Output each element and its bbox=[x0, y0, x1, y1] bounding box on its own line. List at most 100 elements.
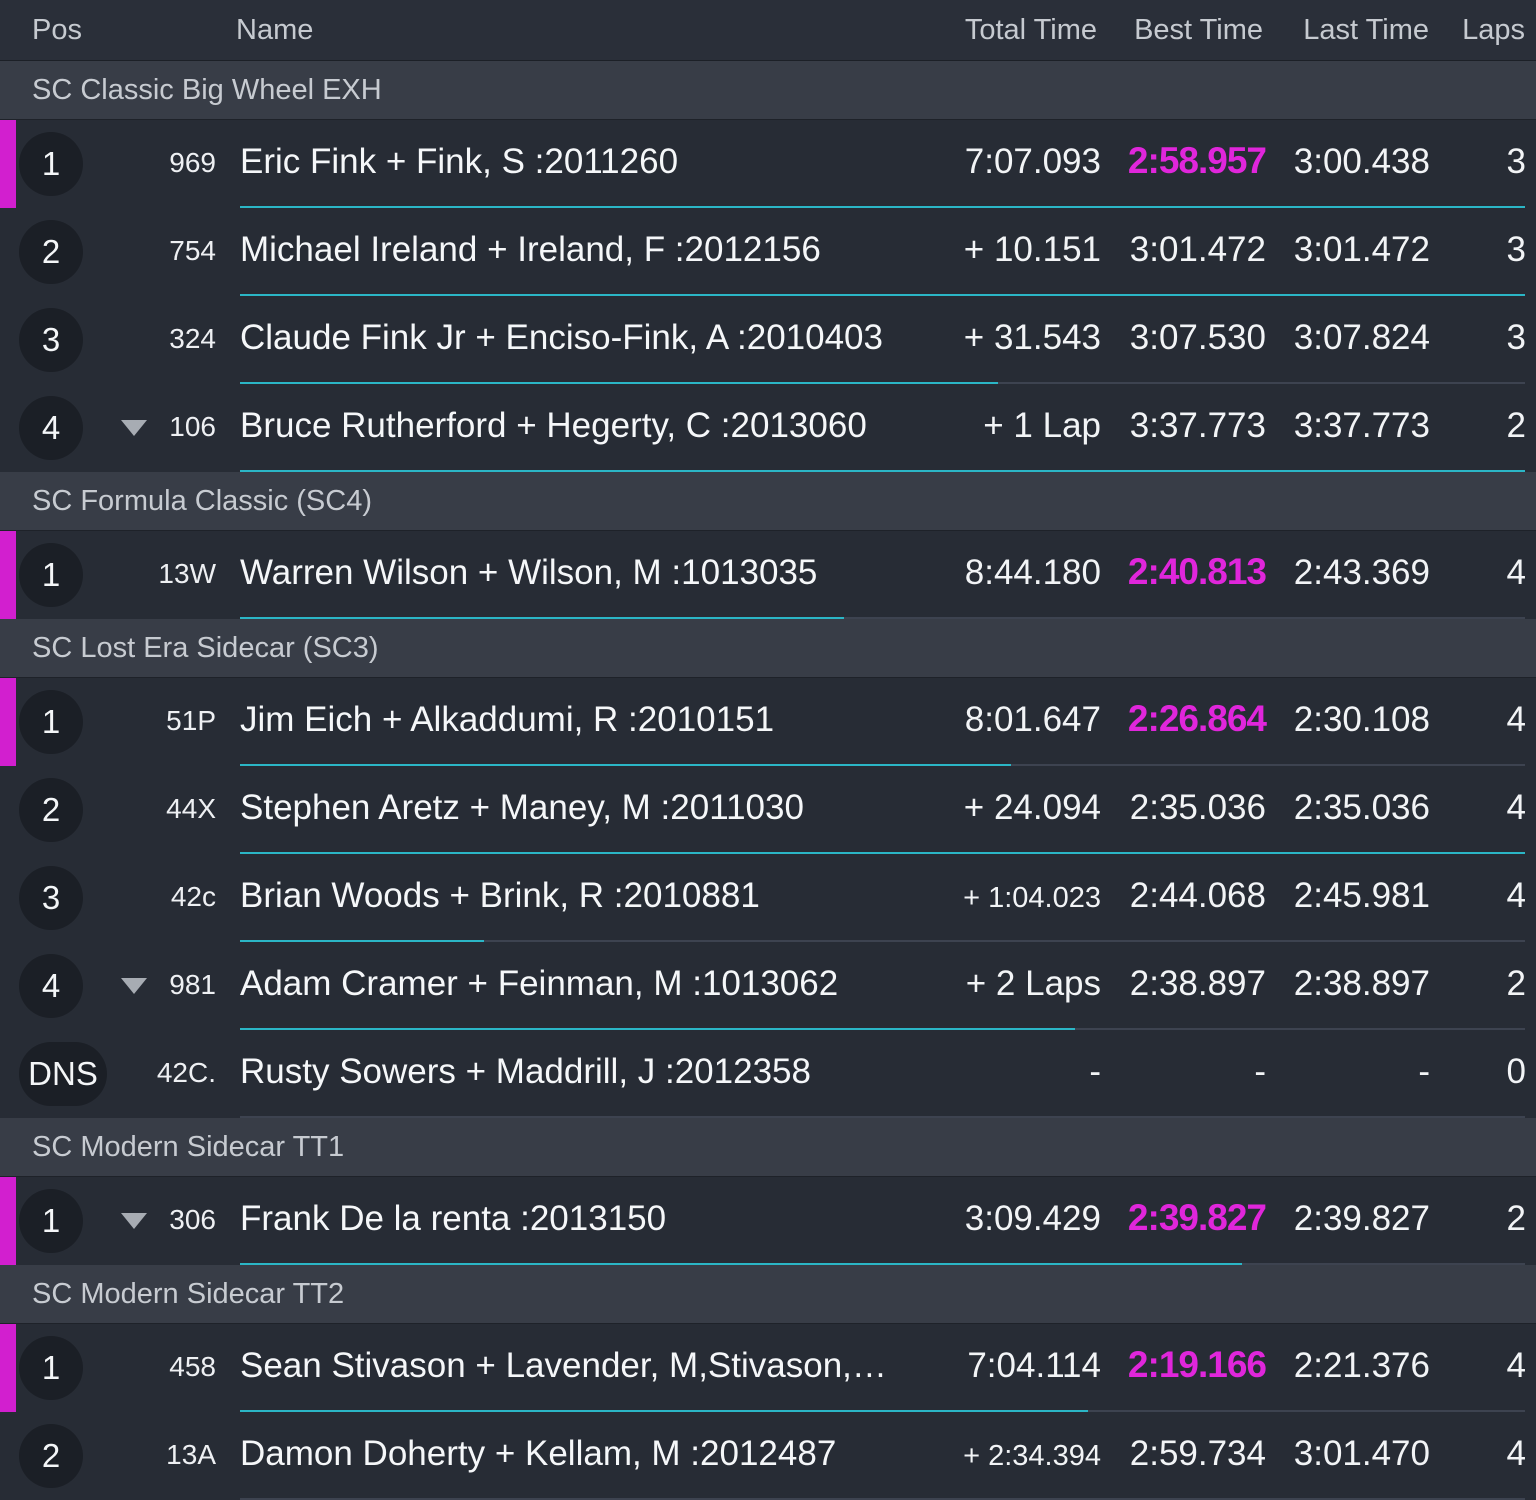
best-time: 2:35.036 bbox=[1129, 788, 1266, 827]
total-time: 3:09.429 bbox=[964, 1199, 1101, 1238]
competitor-name: Damon Doherty + Kellam, M :2012487 bbox=[240, 1434, 837, 1473]
result-row[interactable]: 1 306 Frank De la renta :2013150 3:09.429 2:… bbox=[0, 1177, 1536, 1265]
best-time: 2:38.897 bbox=[1129, 964, 1266, 1003]
last-time: 3:01.470 bbox=[1293, 1434, 1430, 1473]
header-pos[interactable]: Pos bbox=[32, 14, 82, 47]
competitor-name: Eric Fink + Fink, S :2011260 bbox=[240, 142, 679, 181]
position-badge: 2 bbox=[19, 220, 83, 284]
header-total-time[interactable]: Total Time bbox=[965, 14, 1097, 47]
class-section-header: SC Lost Era Sidecar (SC3) bbox=[0, 619, 1536, 678]
total-time: + 1:04.023 bbox=[963, 882, 1101, 914]
race-number: 42C. bbox=[156, 1057, 216, 1088]
race-number: 306 bbox=[169, 1204, 216, 1235]
last-time: 2:45.981 bbox=[1293, 876, 1430, 915]
competitor-name: Rusty Sowers + Maddrill, J :2012358 bbox=[240, 1052, 811, 1091]
best-time: 2:44.068 bbox=[1129, 876, 1266, 915]
class-title: SC Modern Sidecar TT1 bbox=[32, 1131, 345, 1163]
laps-count: 2 bbox=[1506, 964, 1526, 1003]
best-time: 3:07.530 bbox=[1129, 318, 1266, 357]
race-number: 458 bbox=[169, 1351, 216, 1382]
competitor-name: Warren Wilson + Wilson, M :1013035 bbox=[240, 553, 818, 592]
header-best-time[interactable]: Best Time bbox=[1134, 14, 1263, 47]
last-time: 2:21.376 bbox=[1293, 1346, 1430, 1385]
total-time: + 2 Laps bbox=[965, 964, 1101, 1003]
header-laps[interactable]: Laps bbox=[1462, 14, 1525, 47]
laps-count: 4 bbox=[1506, 876, 1526, 915]
results-board: SC Classic Big Wheel EXH 1 969 Eric Fink + … bbox=[0, 61, 1536, 1500]
best-time: 3:01.472 bbox=[1129, 230, 1266, 269]
competitor-name: Brian Woods + Brink, R :2010881 bbox=[240, 876, 760, 915]
result-row[interactable]: DNS 42C. Rusty Sowers + Maddrill, J :20123… bbox=[0, 1030, 1536, 1118]
result-row[interactable]: 2 44X Stephen Aretz + Maney, M :2011030 + 2… bbox=[0, 766, 1536, 854]
best-time: 2:26.864 bbox=[1127, 698, 1267, 739]
competitor-name: Bruce Rutherford + Hegerty, C :2013060 bbox=[240, 406, 867, 445]
result-row[interactable]: 3 42c Brian Woods + Brink, R :2010881 + 1:0… bbox=[0, 854, 1536, 942]
last-time: 3:07.824 bbox=[1293, 318, 1430, 357]
laps-count: 4 bbox=[1506, 553, 1526, 592]
total-time: + 1 Lap bbox=[983, 406, 1101, 445]
result-row[interactable]: 1 13W Warren Wilson + Wilson, M :1013035 8:… bbox=[0, 531, 1536, 619]
result-row[interactable]: 1 969 Eric Fink + Fink, S :2011260 7:07.093… bbox=[0, 120, 1536, 208]
race-number: 51P bbox=[166, 705, 216, 736]
race-number: 106 bbox=[169, 411, 216, 442]
position-badge: 3 bbox=[19, 866, 83, 930]
laps-count: 4 bbox=[1506, 700, 1526, 739]
position-badge: DNS bbox=[19, 1042, 107, 1106]
race-number: 42c bbox=[170, 881, 216, 912]
triangle-down-icon bbox=[121, 978, 147, 994]
total-time: 7:04.114 bbox=[967, 1346, 1101, 1385]
race-number: 981 bbox=[169, 969, 216, 1000]
position-badge: 1 bbox=[19, 1336, 83, 1400]
position-badge: 1 bbox=[19, 690, 83, 754]
triangle-down-icon bbox=[121, 1213, 147, 1229]
result-row[interactable]: 2 13A Damon Doherty + Kellam, M :2012487 + … bbox=[0, 1412, 1536, 1500]
header-last-time[interactable]: Last Time bbox=[1303, 14, 1429, 47]
competitor-name: Stephen Aretz + Maney, M :2011030 bbox=[240, 788, 804, 827]
class-leader-marker bbox=[0, 531, 16, 619]
result-row[interactable]: 1 458 Sean Stivason + Lavender, M,Stivason… bbox=[0, 1324, 1536, 1412]
last-time: - bbox=[1418, 1052, 1430, 1091]
class-section-header: SC Modern Sidecar TT1 bbox=[0, 1118, 1536, 1177]
laps-count: 4 bbox=[1506, 1434, 1526, 1473]
laps-count: 3 bbox=[1506, 142, 1526, 181]
position-badge: 1 bbox=[19, 543, 83, 607]
total-time: + 31.543 bbox=[963, 318, 1101, 357]
best-time: 2:58.957 bbox=[1127, 140, 1267, 181]
race-number: 13A bbox=[166, 1439, 216, 1470]
laps-count: 2 bbox=[1506, 1199, 1526, 1238]
class-title: SC Formula Classic (SC4) bbox=[32, 485, 372, 517]
laps-count: 3 bbox=[1506, 230, 1526, 269]
best-time: 2:19.166 bbox=[1127, 1344, 1267, 1385]
race-number: 969 bbox=[169, 147, 216, 178]
header-name[interactable]: Name bbox=[236, 14, 313, 47]
total-time: + 10.151 bbox=[963, 230, 1101, 269]
laps-count: 4 bbox=[1506, 1346, 1526, 1385]
result-row[interactable]: 4 106 Bruce Rutherford + Hegerty, C :20130… bbox=[0, 384, 1536, 472]
column-header: Pos Name Total Time Best Time Last Time … bbox=[0, 0, 1536, 61]
result-row[interactable]: 3 324 Claude Fink Jr + Enciso-Fink, A :201… bbox=[0, 296, 1536, 384]
last-time: 3:00.438 bbox=[1293, 142, 1430, 181]
triangle-down-icon bbox=[121, 420, 147, 436]
position-badge: 1 bbox=[19, 1189, 83, 1253]
best-time: 2:40.813 bbox=[1127, 551, 1267, 592]
class-leader-marker bbox=[0, 1324, 16, 1412]
best-time: - bbox=[1254, 1052, 1266, 1091]
position-badge: 2 bbox=[19, 1424, 83, 1488]
result-row[interactable]: 4 981 Adam Cramer + Feinman, M :1013062 + 2… bbox=[0, 942, 1536, 1030]
result-row[interactable]: 2 754 Michael Ireland + Ireland, F :201215… bbox=[0, 208, 1536, 296]
race-number: 44X bbox=[166, 793, 216, 824]
class-title: SC Modern Sidecar TT2 bbox=[32, 1278, 345, 1310]
total-time: 8:44.180 bbox=[964, 553, 1101, 592]
last-time: 3:37.773 bbox=[1293, 406, 1430, 445]
class-title: SC Lost Era Sidecar (SC3) bbox=[32, 632, 379, 664]
position-badge: 4 bbox=[19, 396, 83, 460]
best-time: 2:59.734 bbox=[1129, 1434, 1266, 1473]
last-time: 2:35.036 bbox=[1293, 788, 1430, 827]
result-row[interactable]: 1 51P Jim Eich + Alkaddumi, R :2010151 8:01… bbox=[0, 678, 1536, 766]
class-leader-marker bbox=[0, 678, 16, 766]
position-badge: 2 bbox=[19, 778, 83, 842]
laps-count: 4 bbox=[1506, 788, 1526, 827]
competitor-name: Frank De la renta :2013150 bbox=[240, 1199, 667, 1238]
position-badge: 3 bbox=[19, 308, 83, 372]
laps-count: 0 bbox=[1506, 1052, 1526, 1091]
